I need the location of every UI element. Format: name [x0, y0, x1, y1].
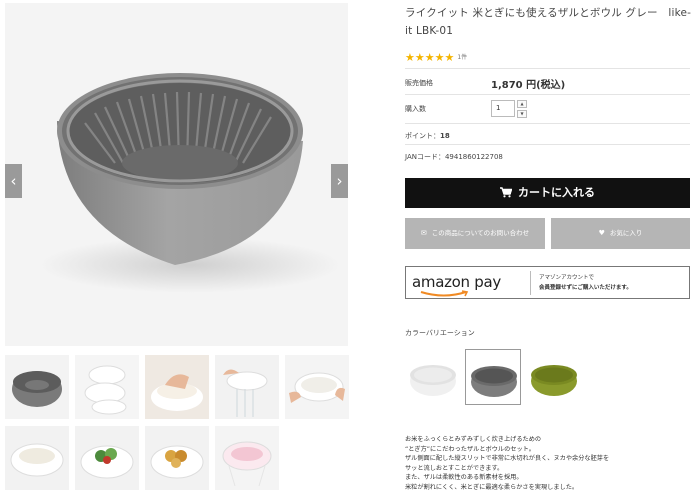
amazon-logo-word: amazon — [412, 273, 470, 291]
quantity-label: 購入数 — [405, 105, 426, 113]
divider — [405, 94, 690, 95]
amazon-pay-button[interactable]: amazon pay アマゾンアカウントで 会員登録せずにご購入いただけます。 — [405, 266, 690, 299]
thumbnail-salad-bowl[interactable] — [75, 426, 139, 490]
quantity-up-button[interactable]: ▲ — [517, 100, 527, 108]
amazon-logo-pay: pay — [474, 273, 501, 291]
quantity-input[interactable]: 1 — [491, 100, 515, 117]
favorite-button[interactable]: ♥ お気に入り — [551, 218, 690, 249]
thumbnail-draining[interactable] — [215, 355, 279, 419]
description-line: 米粒が割れにくく、米とぎに最適な柔らかさを実現しました。 — [405, 483, 579, 491]
thumbnail-clear-bowl[interactable] — [215, 426, 279, 490]
divider — [405, 68, 690, 69]
divider — [405, 123, 690, 124]
thumbnail-rice-bowl[interactable] — [5, 426, 69, 490]
thumbnail-gray-bowl[interactable] — [5, 355, 69, 419]
description-line: サッと流しおとすことができます。 — [405, 464, 504, 472]
favorite-label: お気に入り — [609, 229, 643, 237]
add-to-cart-label: カートに入れる — [518, 186, 595, 199]
review-count[interactable]: 1件 — [457, 54, 467, 61]
inquiry-label: この商品についてのお問い合わせ — [431, 229, 530, 237]
amazon-pay-logo: amazon pay — [412, 273, 530, 297]
rating-stars-icon: ★★★★★ — [405, 51, 455, 64]
description-line: ザル側面に配した縦スリットで非常に水切れが良く、ヌカや余分な胚芽を — [405, 455, 610, 463]
amazon-pay-separator — [530, 271, 531, 295]
quantity-down-button[interactable]: ▼ — [517, 110, 527, 118]
color-swatch-white[interactable] — [405, 349, 461, 405]
product-description: お米をふっくらとみずみずしく炊き上げるための “とぎ方”にこだわったザルとボウル… — [405, 435, 675, 493]
product-title: ライクイット 米とぎにも使えるザルとボウル グレー like-it LBK-01 — [405, 7, 692, 37]
rating[interactable]: ★★★★★ 1件 — [405, 46, 467, 64]
points-label: ポイント： — [405, 132, 440, 140]
add-to-cart-button[interactable]: カートに入れる — [405, 178, 690, 208]
description-line: また、ザルは柔軟性のある新素材を採用。 — [405, 474, 523, 482]
mail-icon: ✉ — [420, 229, 427, 237]
thumbnail-holding-bowl[interactable] — [285, 355, 349, 419]
main-product-image — [5, 3, 348, 346]
gallery-prev-arrow[interactable]: ‹ — [5, 164, 22, 198]
price-value: 1,870 円(税込) — [491, 80, 566, 91]
price-label: 販売価格 — [405, 79, 433, 87]
cart-icon — [500, 180, 513, 210]
color-swatch-green[interactable] — [526, 349, 582, 405]
thumbnail-fried-food-bowl[interactable] — [145, 426, 209, 490]
thumbnail-washing-rice[interactable] — [145, 355, 209, 419]
heart-icon: ♥ — [598, 229, 605, 237]
divider — [405, 144, 690, 145]
color-swatch-gray[interactable] — [465, 349, 521, 405]
points-value: 18 — [440, 132, 450, 140]
amazon-smile-icon — [420, 290, 469, 297]
amazon-pay-line2: 会員登録せずにご購入いただけます。 — [539, 285, 632, 291]
gallery-next-arrow[interactable]: › — [331, 164, 348, 198]
amazon-pay-line1: アマゾンアカウントで — [539, 275, 595, 281]
points-info: ポイント：18 — [405, 131, 450, 141]
color-variation-label: カラーバリエーション — [405, 329, 475, 337]
thumbnail-white-stack[interactable] — [75, 355, 139, 419]
description-line: “とぎ方”にこだわったザルとボウルのセット。 — [405, 445, 535, 453]
amazon-pay-description: アマゾンアカウントで 会員登録せずにご購入いただけます。 — [539, 273, 632, 293]
description-line: お米をふっくらとみずみずしく炊き上げるための — [405, 436, 542, 443]
inquiry-button[interactable]: ✉ この商品についてのお問い合わせ — [405, 218, 545, 249]
jan-code: JANコード：4941860122708 — [405, 153, 503, 161]
